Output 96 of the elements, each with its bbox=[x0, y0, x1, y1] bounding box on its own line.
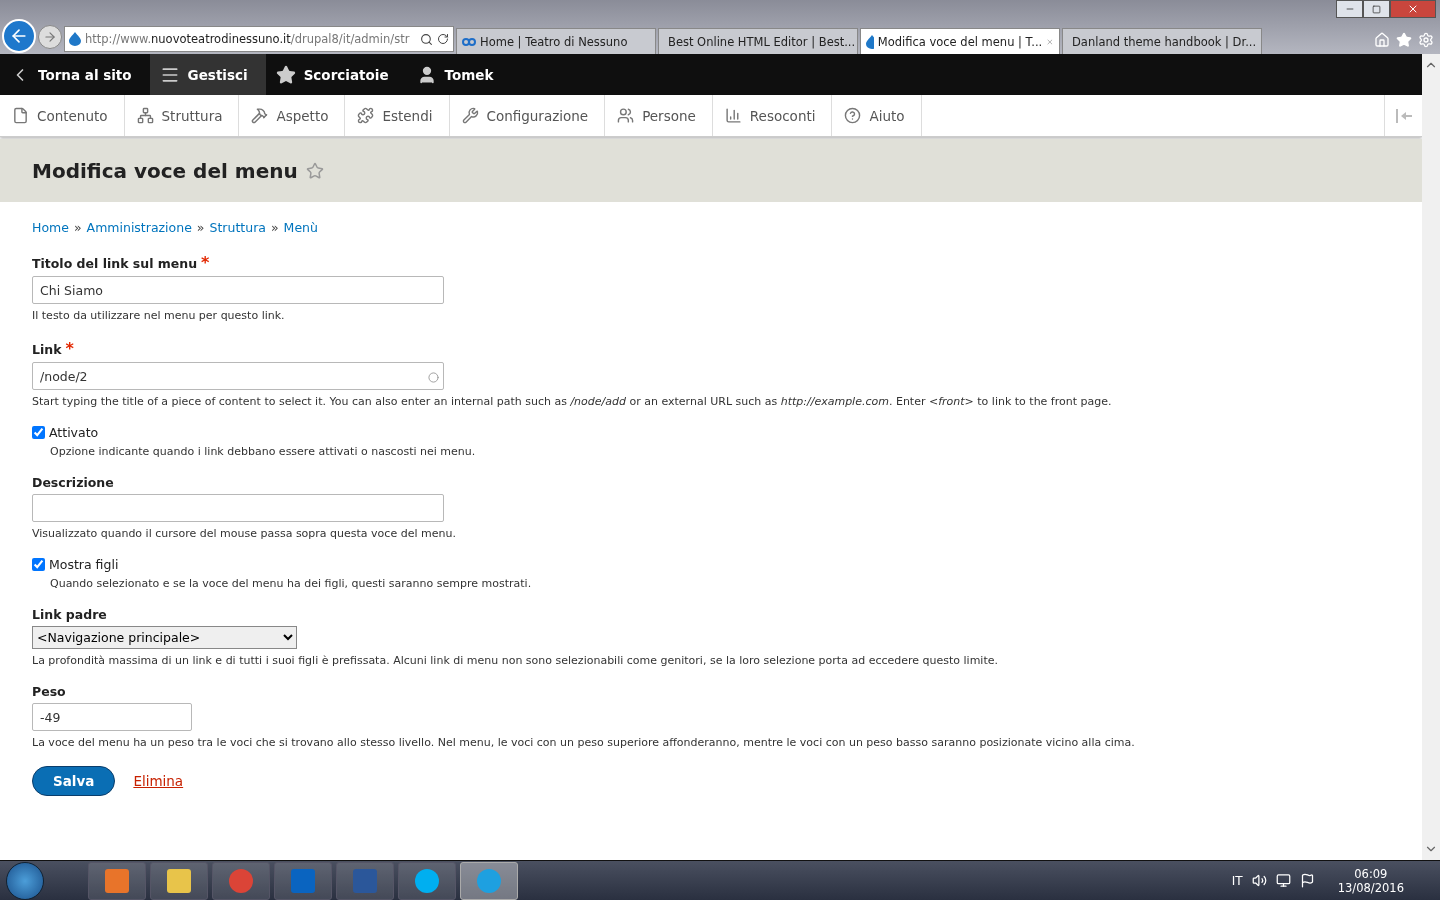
volume-icon[interactable] bbox=[1251, 873, 1267, 888]
minimize-button[interactable] bbox=[1336, 0, 1363, 18]
admin-menu-link[interactable]: Aspetto bbox=[239, 95, 346, 136]
hierarchy-icon bbox=[136, 107, 154, 124]
scrollbar[interactable] bbox=[1422, 54, 1440, 860]
people-icon bbox=[617, 107, 635, 124]
field-description: Il testo da utilizzare nel menu per questo link. bbox=[32, 309, 286, 322]
throbber-icon bbox=[428, 372, 439, 383]
settings-icon[interactable] bbox=[1418, 32, 1434, 48]
field-description: Opzione indicante quando i link debbano essere attivati o nascosti nei menu. bbox=[49, 445, 477, 458]
restore-icon bbox=[1372, 4, 1381, 14]
input-field[interactable]: Chi Siamo bbox=[32, 276, 444, 304]
document-icon bbox=[12, 107, 29, 124]
wrench-icon bbox=[461, 107, 479, 124]
field-label: Link * bbox=[32, 339, 75, 358]
bar-chart-icon bbox=[724, 107, 742, 124]
breadcrumb-link[interactable]: Home bbox=[32, 220, 69, 235]
field-description: Visualizzato quando il cursore del mouse passa sopra questa voce del menu. bbox=[32, 527, 457, 540]
home-icon[interactable] bbox=[1374, 32, 1390, 48]
breadcrumb-link[interactable]: Menù bbox=[283, 220, 318, 235]
app-icon bbox=[166, 867, 192, 894]
drop-icon bbox=[69, 32, 81, 46]
network-icon[interactable] bbox=[1275, 873, 1291, 888]
close-icon bbox=[1407, 3, 1419, 15]
breadcrumb-separator: » bbox=[196, 220, 205, 235]
breadcrumb-separator: » bbox=[73, 220, 82, 235]
toolbar-tab[interactable]: Torna al sito bbox=[0, 54, 150, 95]
page-title: Modifica voce del menu bbox=[32, 158, 298, 183]
app-icon bbox=[290, 867, 316, 894]
help-icon bbox=[844, 107, 862, 124]
checkbox-label[interactable]: Mostra figli bbox=[49, 557, 119, 572]
start-button[interactable] bbox=[6, 861, 44, 900]
admin-menu-link[interactable]: Persone bbox=[605, 95, 713, 136]
maximize-button[interactable] bbox=[1363, 0, 1390, 18]
taskbar-app[interactable] bbox=[150, 861, 208, 900]
browser-tab[interactable]: Best Online HTML Editor | Best... bbox=[658, 28, 858, 54]
address-bar[interactable]: http://www.nuovoteatrodinessuno.it/drupal8/it/admin/str bbox=[64, 26, 454, 52]
required-mark: * bbox=[65, 339, 74, 358]
app-icon bbox=[228, 867, 254, 894]
puzzle-icon bbox=[357, 107, 375, 124]
drop-icon bbox=[866, 34, 874, 49]
field-description: La voce del menu ha un peso tra le voci che si trovano allo stesso livello. Nel menu, le voci con un peso superiore affonderanno, mentre le voci con un peso basso saranno posizionate vicino alla cima. bbox=[32, 736, 1136, 749]
breadcrumb-link[interactable]: Struttura bbox=[209, 220, 266, 235]
forward-arrow-icon bbox=[43, 30, 57, 44]
clock-date[interactable]: 13/08/2016 bbox=[1337, 880, 1404, 895]
search-icon[interactable] bbox=[420, 32, 433, 46]
field-description: Quando selezionato e se la voce del menu ha dei figli, questi saranno sempre mostrati. bbox=[49, 577, 533, 590]
input-field[interactable] bbox=[32, 494, 444, 522]
refresh-icon[interactable] bbox=[437, 33, 449, 45]
admin-menu-link[interactable]: Estendi bbox=[345, 95, 450, 136]
shortcut-star-icon[interactable] bbox=[305, 161, 324, 180]
hammer-icon bbox=[251, 107, 269, 124]
toolbar-tab[interactable]: Gestisci bbox=[149, 54, 266, 95]
field-label: Descrizione bbox=[32, 475, 115, 490]
breadcrumb-separator: » bbox=[270, 220, 279, 235]
forward-button[interactable] bbox=[38, 25, 62, 49]
delete-link[interactable]: Elimina bbox=[133, 773, 184, 789]
admin-menu-link[interactable]: Resoconti bbox=[712, 95, 833, 136]
app-icon bbox=[104, 867, 130, 894]
browser-tab[interactable]: Danland theme handbook | Dr... bbox=[1062, 28, 1262, 54]
field-description: La profondità massima di un link e di tutti i suoi figli è prefissata. Alcuni link di menu non sono selezionabili come genitori, se la loro selezione porta ad eccedere questo limite. bbox=[32, 654, 999, 667]
field-description: Start typing the title of a piece of content to select it. You can also enter an internal path such as /node/add or an external URL such as http://example.com. Enter <front> to link to the front page. bbox=[32, 395, 1113, 408]
admin-menu-link[interactable]: Struttura bbox=[124, 95, 240, 136]
star-icon bbox=[275, 64, 296, 85]
admin-menu-link[interactable]: Aiuto bbox=[832, 95, 922, 136]
toolbar-tab[interactable]: Tomek bbox=[406, 54, 512, 95]
breadcrumb-link[interactable]: Amministrazione bbox=[86, 220, 192, 235]
app-icon bbox=[352, 867, 378, 894]
flag-icon[interactable] bbox=[1299, 873, 1315, 888]
taskbar-app[interactable] bbox=[88, 861, 146, 900]
checkbox[interactable] bbox=[32, 426, 45, 439]
required-mark: * bbox=[201, 253, 210, 272]
link-input-field[interactable]: /node/2 bbox=[32, 362, 444, 390]
checkbox[interactable] bbox=[32, 558, 45, 571]
site-logo-icon bbox=[462, 36, 476, 47]
browser-tab[interactable]: Modifica voce del menu | T... bbox=[860, 28, 1060, 54]
taskbar-app[interactable] bbox=[398, 861, 456, 900]
field-label: Titolo del link sul menu * bbox=[32, 253, 211, 272]
app-icon bbox=[476, 867, 502, 894]
parent-link-select[interactable]: <Navigazione principale> bbox=[32, 626, 297, 649]
admin-menu-link[interactable]: Configurazione bbox=[449, 95, 606, 136]
toolbar-tab[interactable]: Scorciatoie bbox=[265, 54, 407, 95]
field-label: Peso bbox=[32, 684, 67, 699]
admin-menu-link[interactable]: Contenuto bbox=[0, 95, 125, 136]
favorites-icon[interactable] bbox=[1396, 32, 1412, 48]
collapse-icon bbox=[1395, 108, 1412, 123]
checkbox-label[interactable]: Attivato bbox=[49, 425, 99, 440]
save-button[interactable]: Salva bbox=[32, 766, 116, 796]
input-field[interactable]: -49 bbox=[32, 703, 192, 731]
app-icon bbox=[414, 867, 440, 894]
browser-tab[interactable]: Home | Teatro di Nessuno bbox=[456, 28, 656, 54]
back-button[interactable] bbox=[2, 19, 36, 53]
taskbar-app[interactable] bbox=[460, 861, 518, 900]
field-label: Link padre bbox=[32, 607, 108, 622]
clock-time[interactable]: 06:09 bbox=[1354, 866, 1388, 881]
language-indicator[interactable]: IT bbox=[1231, 873, 1243, 888]
